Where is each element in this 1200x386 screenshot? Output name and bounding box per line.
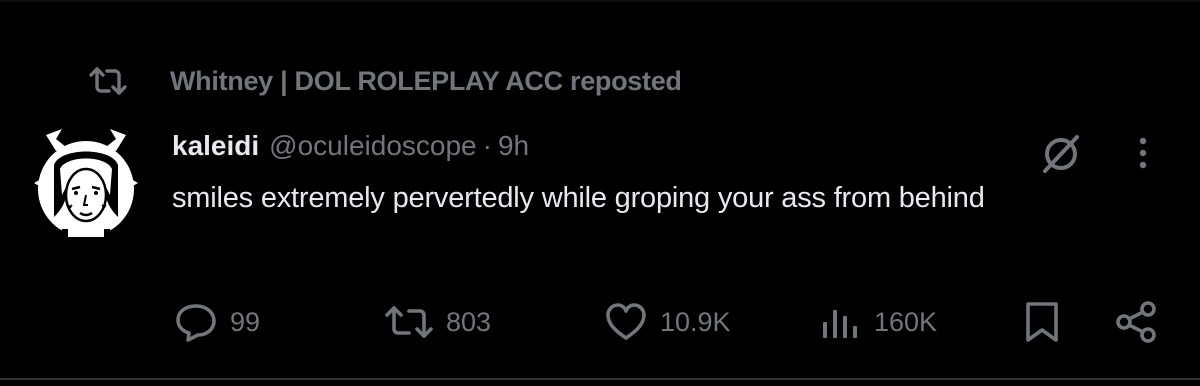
display-name[interactable]: kaleidi bbox=[172, 130, 259, 162]
like-count: 10.9K bbox=[660, 306, 731, 337]
views-icon bbox=[818, 302, 862, 342]
like-icon bbox=[604, 302, 648, 342]
bookmark-icon bbox=[1022, 300, 1062, 344]
views-count: 160K bbox=[874, 306, 938, 337]
share-icon bbox=[1112, 300, 1160, 344]
like-button[interactable]: 10.9K bbox=[604, 292, 731, 352]
repost-icon bbox=[384, 304, 434, 340]
repost-count: 803 bbox=[446, 306, 492, 337]
bookmark-button[interactable] bbox=[1022, 292, 1062, 352]
top-divider bbox=[0, 0, 1200, 2]
reply-icon bbox=[174, 302, 218, 342]
reply-button[interactable]: 99 bbox=[174, 292, 260, 352]
avatar[interactable] bbox=[32, 125, 140, 245]
repost-banner: Whitney | DOL ROLEPLAY ACC reposted bbox=[88, 62, 682, 100]
post-header: kaleidi @oculeidoscope · 9h bbox=[172, 126, 529, 166]
post-time[interactable]: 9h bbox=[498, 130, 529, 162]
separator-dot: · bbox=[482, 130, 492, 161]
repost-icon bbox=[88, 64, 128, 98]
share-button[interactable] bbox=[1112, 292, 1160, 352]
action-bar: 99 803 10.9K 160K bbox=[0, 292, 1200, 352]
reply-count: 99 bbox=[230, 306, 261, 337]
post[interactable]: Whitney | DOL ROLEPLAY ACC reposted kale… bbox=[0, 0, 1200, 386]
grok-icon[interactable] bbox=[1036, 131, 1086, 175]
handle[interactable]: @oculeidoscope bbox=[269, 130, 476, 162]
repost-label[interactable]: Whitney | DOL ROLEPLAY ACC reposted bbox=[170, 66, 682, 97]
repost-button[interactable]: 803 bbox=[384, 292, 491, 352]
views-button[interactable]: 160K bbox=[818, 292, 937, 352]
more-icon[interactable] bbox=[1128, 131, 1158, 175]
post-text: smiles extremely pervertedly while gropi… bbox=[172, 182, 985, 214]
bottom-divider bbox=[0, 378, 1200, 380]
